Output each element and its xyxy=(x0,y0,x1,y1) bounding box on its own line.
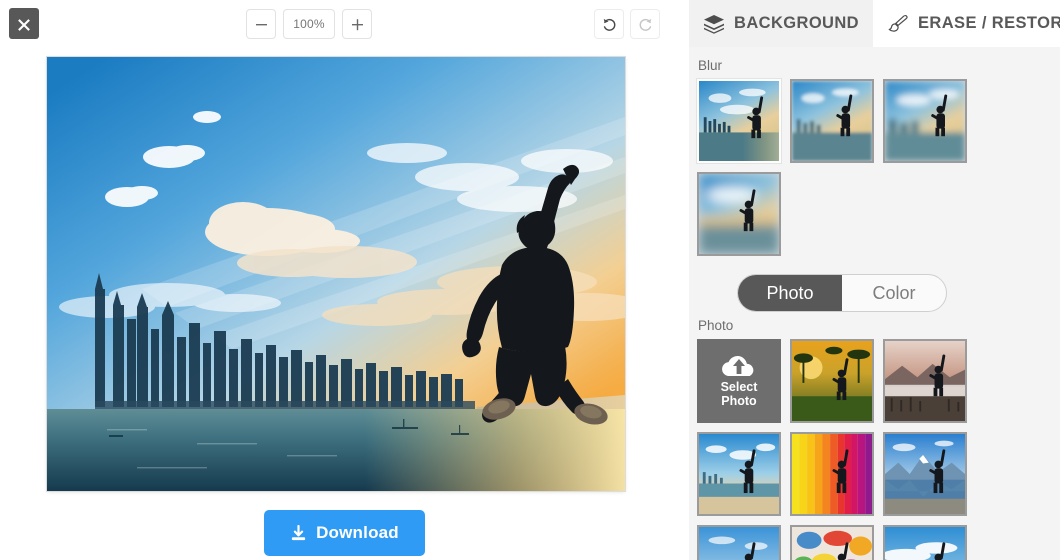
background-remover-app: 100% Download BACKGROUND ERASE / RESTORE… xyxy=(0,0,1060,560)
image-canvas[interactable] xyxy=(47,57,625,491)
download-row: Download xyxy=(0,510,689,556)
zoom-out-button[interactable] xyxy=(246,9,276,39)
zoom-level-display[interactable]: 100% xyxy=(283,9,335,39)
edited-photo xyxy=(47,57,625,491)
photo-option-lake-mountain[interactable] xyxy=(883,432,967,516)
blur-option-medium[interactable] xyxy=(883,79,967,163)
photo-option-sky-clouds[interactable] xyxy=(883,525,967,560)
close-icon xyxy=(18,18,30,31)
brush-icon xyxy=(888,14,908,32)
photo-option-paint-splatter[interactable] xyxy=(790,525,874,560)
editor-toolbar: 100% xyxy=(0,0,689,48)
panel-content: Blur Photo Color Photo Select Photo xyxy=(689,47,1060,560)
photo-option-beach-skyline[interactable] xyxy=(697,432,781,516)
redo-icon xyxy=(639,18,651,31)
photo-option-sunset-jungle[interactable] xyxy=(790,339,874,423)
tab-erase-restore-label: ERASE / RESTORE xyxy=(918,14,1060,32)
close-button[interactable] xyxy=(9,8,39,39)
select-photo-button[interactable]: Select Photo xyxy=(697,339,781,423)
minus-icon xyxy=(255,23,267,25)
redo-button[interactable] xyxy=(630,9,660,39)
zoom-in-button[interactable] xyxy=(342,9,372,39)
toggle-color[interactable]: Color xyxy=(842,275,946,311)
history-controls xyxy=(594,9,660,39)
download-button-label: Download xyxy=(316,523,399,542)
cloud-upload-icon xyxy=(722,355,754,376)
editor-pane: 100% Download xyxy=(0,0,689,560)
download-button[interactable]: Download xyxy=(264,510,425,556)
blur-option-high[interactable] xyxy=(697,172,781,256)
tab-erase-restore[interactable]: ERASE / RESTORE xyxy=(873,0,1060,47)
panel-tab-bar: BACKGROUND ERASE / RESTORE xyxy=(689,0,1060,47)
photo-option-city-blue[interactable] xyxy=(697,525,781,560)
undo-icon xyxy=(603,18,615,31)
photo-option-rainbow-stripes[interactable] xyxy=(790,432,874,516)
toggle-photo[interactable]: Photo xyxy=(738,275,842,311)
tab-background-label: BACKGROUND xyxy=(734,14,859,32)
source-toggle: Photo Color xyxy=(737,274,947,312)
plus-icon xyxy=(351,18,363,30)
select-photo-line1: Select xyxy=(720,379,758,394)
tools-panel: BACKGROUND ERASE / RESTORE Blur Photo Co… xyxy=(689,0,1060,560)
source-toggle-wrap: Photo Color xyxy=(697,274,987,312)
blur-option-low[interactable] xyxy=(790,79,874,163)
undo-button[interactable] xyxy=(594,9,624,39)
blur-section-label: Blur xyxy=(698,58,723,73)
layers-icon xyxy=(704,14,724,34)
download-icon xyxy=(291,524,306,540)
select-photo-line2: Photo xyxy=(721,394,757,408)
photo-thumbnail-grid: Select Photo xyxy=(697,339,987,560)
photo-section-label: Photo xyxy=(698,318,734,333)
blur-option-none[interactable] xyxy=(697,79,781,163)
photo-option-mountain-fog[interactable] xyxy=(883,339,967,423)
tab-background[interactable]: BACKGROUND xyxy=(689,0,873,47)
zoom-controls: 100% xyxy=(246,9,372,39)
blur-thumbnail-grid xyxy=(697,79,987,256)
